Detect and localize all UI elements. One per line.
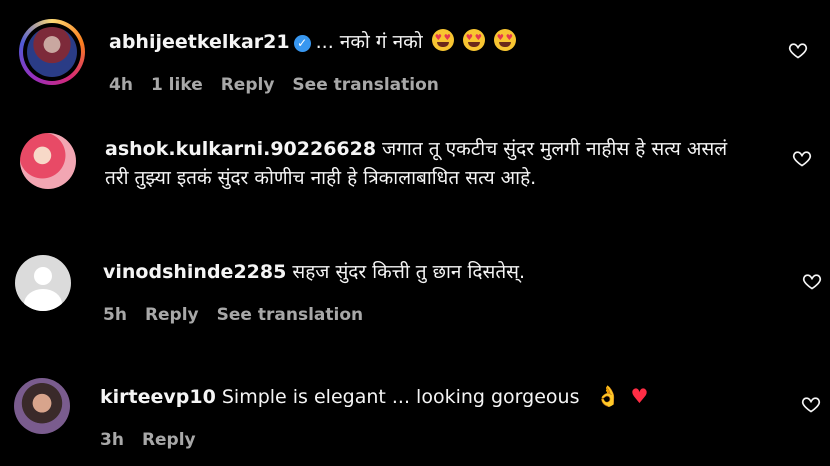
comment-text: Simple is elegant ... looking gorgeous: [221, 386, 580, 408]
reply-button[interactable]: Reply: [142, 430, 196, 450]
default-avatar-icon: [34, 267, 52, 285]
comment-time: 3h: [100, 430, 124, 450]
see-translation-button[interactable]: See translation: [292, 75, 438, 95]
comment-username[interactable]: ashok.kulkarni.90226628: [105, 138, 376, 160]
heart-outline-icon[interactable]: [800, 394, 822, 414]
story-ring[interactable]: [19, 19, 85, 85]
comment-meta: 3h Reply: [100, 430, 214, 450]
comment-meta: 4h 1 like Reply See translation: [109, 75, 457, 95]
reply-button[interactable]: Reply: [221, 75, 275, 95]
avatar[interactable]: [15, 255, 71, 311]
avatar[interactable]: [20, 133, 76, 189]
comment-item: vinodshinde2285 सहज सुंदर कित्ती तु छान …: [0, 245, 830, 355]
comment-text: सहज सुंदर कित्ती तु छान दिसतेस्.: [292, 261, 526, 283]
see-translation-button[interactable]: See translation: [217, 305, 363, 325]
heart-eyes-emoji-icon: ♥ ♥: [431, 29, 454, 51]
heart-outline-icon[interactable]: [791, 148, 813, 168]
heart-eyes-emoji-icon: ♥ ♥: [462, 29, 485, 51]
comment-item: ashok.kulkarni.90226628 जगात तू एकटीच सु…: [0, 120, 830, 240]
comment-meta: 5h Reply See translation: [103, 305, 381, 325]
reply-button[interactable]: Reply: [145, 305, 199, 325]
heart-outline-icon[interactable]: [801, 271, 823, 291]
verified-badge-icon: ✓: [293, 35, 311, 52]
comment-time: 4h: [109, 75, 133, 95]
comment-username[interactable]: abhijeetkelkar21: [109, 31, 290, 53]
comment-item: kirteevp10 Simple is elegant ... looking…: [0, 370, 830, 466]
comment-item: abhijeetkelkar21 ✓... नको गं नको ♥ ♥ ♥ ♥ ♥ ♥ 4h…: [0, 0, 830, 110]
heart-eyes-emoji-icon: ♥ ♥: [493, 29, 516, 51]
heart-outline-icon[interactable]: [787, 40, 809, 60]
comment-time: 5h: [103, 305, 127, 325]
comment-text: ... नको गं नको: [315, 31, 423, 53]
avatar[interactable]: [14, 378, 70, 434]
comment-username[interactable]: vinodshinde2285: [103, 261, 286, 283]
like-count[interactable]: 1 like: [151, 75, 203, 95]
comment-username[interactable]: kirteevp10: [100, 386, 216, 408]
red-heart-emoji-icon: ♥: [630, 384, 649, 408]
ok-hand-emoji-icon: 👌: [595, 384, 621, 408]
avatar: [27, 27, 77, 77]
